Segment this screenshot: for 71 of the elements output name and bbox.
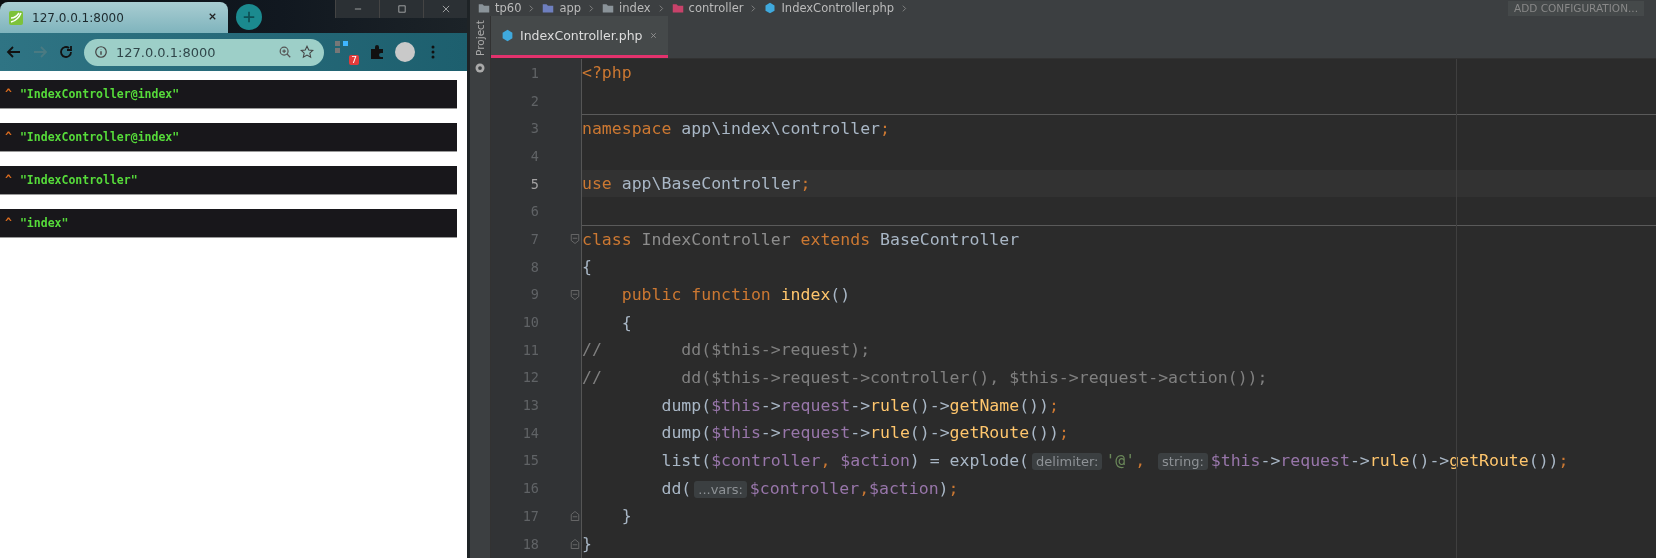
extensions-button[interactable] bbox=[369, 44, 385, 60]
extension-button[interactable]: 7 bbox=[334, 39, 359, 65]
code-line: dump($this->request->rule()->getName()); bbox=[660, 395, 1059, 415]
zoom-icon bbox=[278, 45, 292, 59]
grid-icon bbox=[334, 39, 350, 55]
code-line: namespace app\index\controller; bbox=[582, 119, 890, 139]
folder-icon bbox=[602, 2, 615, 14]
code-line: } bbox=[620, 506, 632, 526]
notification-badge: 7 bbox=[349, 55, 359, 65]
expand-caret[interactable]: ^ bbox=[5, 216, 12, 230]
code-line: public function index() bbox=[620, 284, 851, 304]
code-line: // dd($this->request->controller(), $this->request->action()); bbox=[582, 367, 1268, 387]
breadcrumb[interactable]: index bbox=[602, 1, 651, 15]
code-line: class IndexController extends BaseController bbox=[582, 229, 1020, 249]
code-line: list($controller, $action) = explode( delimiter: '@', string: $this->request->rule()->getRoute()); bbox=[660, 450, 1569, 470]
fold-marker-icon[interactable] bbox=[569, 510, 581, 522]
reload-icon bbox=[58, 44, 74, 60]
expand-caret[interactable]: ^ bbox=[5, 130, 12, 144]
forward-arrow-icon bbox=[32, 44, 48, 60]
dump-value: "IndexController@index" bbox=[19, 130, 180, 144]
close-icon bbox=[648, 31, 658, 40]
breadcrumb[interactable]: app bbox=[542, 1, 582, 15]
breadcrumb[interactable]: tp60 bbox=[478, 1, 522, 15]
fold-marker-icon[interactable] bbox=[569, 537, 581, 550]
dump-value: "IndexController@index" bbox=[19, 87, 180, 101]
maximize-button[interactable] bbox=[379, 0, 423, 18]
dump-value: "IndexController" bbox=[19, 173, 138, 187]
leaf-icon bbox=[8, 9, 24, 26]
code-line: // dd($this->request); bbox=[582, 340, 871, 360]
code-line: dump($this->request->rule()->getRoute()); bbox=[660, 423, 1069, 443]
project-tool-tab[interactable]: Project bbox=[474, 20, 486, 56]
chevron-icon bbox=[749, 3, 759, 13]
star-icon bbox=[300, 45, 314, 59]
back-arrow-icon bbox=[6, 44, 22, 60]
fold-marker-icon[interactable] bbox=[569, 233, 581, 246]
code-line: dd( ...vars: $controller,$action); bbox=[660, 478, 959, 498]
address-bar[interactable]: 127.0.0.1:8000 bbox=[84, 38, 324, 66]
chevron-icon bbox=[900, 3, 910, 13]
cube-icon bbox=[501, 29, 514, 42]
expand-caret[interactable]: ^ bbox=[5, 87, 12, 101]
avatar[interactable] bbox=[395, 42, 415, 62]
expand-caret[interactable]: ^ bbox=[5, 173, 12, 187]
close-icon bbox=[440, 4, 451, 14]
new-tab-button[interactable] bbox=[236, 4, 262, 30]
info-icon bbox=[94, 45, 108, 59]
puzzle-icon bbox=[369, 44, 385, 60]
breadcrumb[interactable]: IndexController.php bbox=[764, 1, 895, 15]
code-line: use app\BaseController; bbox=[582, 174, 811, 194]
folder-icon bbox=[671, 2, 684, 14]
cube-icon bbox=[764, 2, 777, 14]
close-icon bbox=[207, 11, 218, 22]
folder-icon bbox=[478, 2, 490, 14]
browser-tab[interactable]: 127.0.0.1:8000 bbox=[0, 2, 228, 33]
editor-tab[interactable]: IndexController.php bbox=[491, 16, 668, 58]
reload-button[interactable] bbox=[58, 44, 74, 60]
chevron-icon bbox=[527, 3, 537, 13]
back-button[interactable] bbox=[6, 44, 22, 60]
maximize-icon bbox=[396, 4, 407, 14]
code-line: <?php bbox=[582, 63, 632, 83]
code-line: { bbox=[620, 312, 632, 332]
code-line: { bbox=[582, 257, 592, 277]
dump-value: "index" bbox=[19, 216, 69, 230]
fold-marker-icon[interactable] bbox=[569, 288, 581, 301]
chevron-icon bbox=[587, 3, 597, 13]
folder-icon bbox=[542, 2, 555, 14]
tab-title: 127.0.0.1:8000 bbox=[32, 10, 125, 25]
plus-icon bbox=[242, 10, 256, 24]
code-line: } bbox=[582, 534, 592, 554]
url-text: 127.0.0.1:8000 bbox=[116, 44, 217, 60]
line-number: 5 bbox=[529, 175, 539, 192]
breadcrumb[interactable]: controller bbox=[671, 1, 744, 15]
